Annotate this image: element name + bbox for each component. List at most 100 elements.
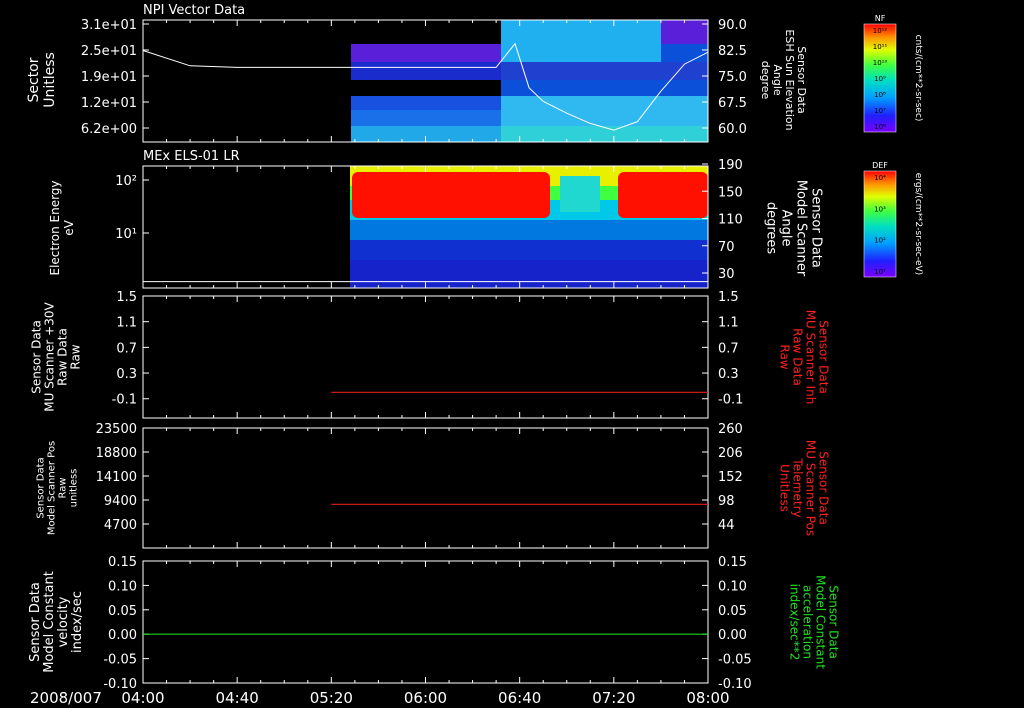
axis-tick-label: 152: [718, 470, 743, 485]
colorbar-def: DEF 10⁴ 10³ 10² 10¹ ergs/(cm**2-sr-sec-eV): [863, 161, 923, 278]
colorbar-def-badge: DEF: [872, 161, 888, 170]
axis-label-line: velocity: [56, 596, 71, 647]
axis-tick-label: 1.9e+01: [81, 70, 137, 85]
colorbar-tick-label: 10⁸: [874, 91, 886, 99]
right-axis-label: Sensor DataMU Scanner InhRaw DataRaw: [778, 310, 831, 405]
axis-tick-label: 98: [718, 494, 735, 509]
time-tick-label: 06:40: [498, 689, 541, 707]
axis-tick-label: 0.15: [108, 555, 137, 570]
axis-label-line: Sensor Data: [809, 188, 824, 268]
axis-tick-label: -0.05: [718, 653, 752, 668]
axis-tick-label: 1.1: [116, 316, 137, 331]
axis-tick-label: 0.7: [718, 341, 739, 356]
axis-label-line: Raw: [58, 477, 69, 498]
panel-title-els: MEx ELS-01 LR: [143, 149, 240, 164]
els-heatmap-hotspot: [352, 172, 550, 218]
time-tick-label: 05:20: [310, 689, 353, 707]
axis-tick-label: 14100: [96, 470, 137, 485]
axis-label-line: Raw Data: [56, 328, 70, 386]
right-axis-label: Sensor DataMU Scanner PosTelemetryUnitle…: [778, 440, 831, 536]
axis-label-line: acceleration: [801, 585, 815, 659]
colorbar-tick-label: 10¹⁰: [873, 59, 888, 67]
panel-frame: [142, 560, 709, 684]
colorbar-nf: NF 10¹² 10¹¹ 10¹⁰ 10⁹ 10⁸ 10⁷ 10⁶ cnts/(cm**2-…: [863, 14, 923, 133]
panel-frame: [142, 427, 709, 549]
axis-tick-label: 90.0: [718, 18, 747, 33]
time-tick-label: 04:40: [216, 689, 259, 707]
time-tick-label: 07:20: [592, 689, 635, 707]
time-axis: 2008/007 04:00 04:40 05:20 06:00 06:40 07:20 0…: [30, 689, 730, 707]
els-heatmap-hotspot: [618, 172, 708, 218]
npi-right-axis-label: Sensor DataESH Sun ElevationAngledegree: [759, 29, 808, 130]
axis-label-line: Model Constant: [814, 575, 828, 669]
colorbar-def-gradient: [863, 170, 897, 278]
npi-right-ticks: 90.0 82.5 75.0 67.5 60.0: [702, 18, 747, 137]
axis-label-line: eV: [62, 219, 76, 235]
axis-tick-label: 260: [718, 422, 743, 437]
axis-tick-label: 0.05: [108, 604, 137, 619]
colorbar-nf-unit: cnts/(cm**2-sr-sec): [913, 35, 923, 122]
axis-tick-label: 1.5: [718, 290, 739, 305]
axis-tick-label: 0.15: [718, 555, 747, 570]
axis-tick-label: 82.5: [718, 44, 747, 59]
axis-tick-label: 2.5e+01: [81, 44, 137, 59]
panel-line-2: 23500 18800 14100 9400 4700 260 206 152 98 44 Sens…: [36, 422, 831, 549]
axis-tick-label: 0.3: [116, 367, 137, 382]
axis-tick-label: 70: [718, 240, 735, 255]
panel-line-1: 1.5 1.1 0.7 0.3 -0.1 1.5 1.1 0.7 0.3 -0.1 Sensor D…: [30, 290, 831, 419]
colorbar-tick-label: 10¹¹: [873, 43, 888, 51]
npi-heatmap-band: [351, 110, 501, 126]
axis-tick-label: 75.0: [718, 70, 747, 85]
axis-label-line: MU Scanner +30V: [43, 302, 57, 412]
axis-label-line: Raw: [69, 344, 83, 369]
axis-label-line: Raw Data: [791, 328, 805, 386]
colorbar-tick-label: 10⁴: [874, 174, 886, 182]
axis-tick-label: 3.1e+01: [81, 18, 137, 33]
npi-heatmap-band: [501, 62, 708, 80]
axis-label-line: Sensor Data: [36, 457, 47, 518]
colorbar-tick-label: 10³: [874, 205, 886, 213]
axis-tick-label: 10¹: [115, 227, 137, 242]
axis-tick-label: 150: [718, 185, 743, 200]
axis-label-line: Sensor Data: [827, 585, 841, 659]
npi-heatmap-band: [351, 96, 501, 110]
colorbar-tick-label: 10¹²: [873, 27, 888, 35]
axis-tick-label: 30: [718, 267, 735, 282]
axis-label-line: unitless: [69, 469, 80, 508]
axis-label-line: Unitless: [778, 464, 792, 512]
axis-label-line: MU Scanner Inh: [804, 310, 818, 405]
axis-tick-label: 190: [718, 158, 743, 173]
time-tick-label: 08:00: [686, 689, 729, 707]
colorbar-tick-label: 10¹: [874, 268, 886, 276]
axis-tick-label: 18800: [96, 446, 137, 461]
npi-heatmap-band: [351, 44, 501, 62]
colorbar-tick-label: 10⁷: [874, 107, 886, 115]
panel-els: MEx ELS-01 LR 10² 10¹ 190 150 110 70 30 Elect…: [48, 149, 824, 289]
axis-label-line: Electron Energy: [48, 180, 62, 275]
panel-line-3: 0.150.100.050.00-0.05-0.100.150.100.050.…: [28, 555, 841, 692]
axis-tick-label: 10²: [115, 174, 137, 189]
colorbar-def-unit: ergs/(cm**2-sr-sec-eV): [913, 173, 923, 275]
right-axis-label: Sensor DataModel Constantaccelerationind…: [788, 575, 841, 669]
time-tick-label: 06:00: [404, 689, 447, 707]
els-left-axis-label: Electron EnergyeV: [48, 180, 76, 275]
axis-tick-label: 1.5: [116, 290, 137, 305]
colorbar-tick-label: 10²: [874, 237, 886, 245]
axis-tick-label: 0.10: [108, 579, 137, 594]
axis-label-line: MU Scanner Pos: [804, 440, 818, 536]
axis-tick-label: 0.10: [718, 579, 747, 594]
axis-tick-label: 4700: [104, 518, 137, 533]
axis-label-line: Angle: [779, 210, 794, 247]
axis-tick-label: 0.3: [718, 367, 739, 382]
left-axis-label: Sensor DataMU Scanner +30VRaw DataRaw: [30, 302, 83, 412]
axis-label-line: Model Constant: [42, 571, 57, 673]
axis-label-line: index/sec**2: [788, 584, 802, 661]
npi-heatmap-band: [351, 62, 501, 80]
axis-label-line: Model Scanner Pos: [47, 441, 58, 535]
axis-tick-label: 23500: [96, 422, 137, 437]
npi-heatmap-band: [501, 96, 708, 126]
axis-tick-label: -0.1: [112, 393, 137, 408]
axis-tick-label: 67.5: [718, 96, 747, 111]
left-axis-label: Sensor DataModel Constantvelocityindex/s…: [28, 571, 85, 673]
axis-tick-label: -0.05: [103, 653, 137, 668]
